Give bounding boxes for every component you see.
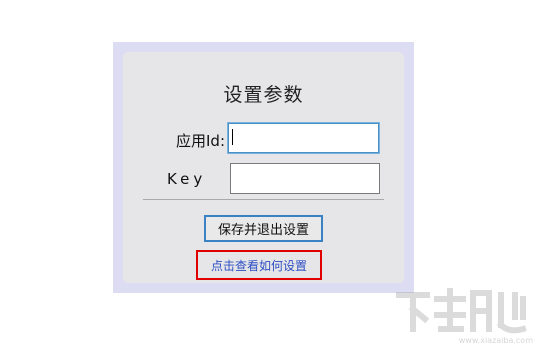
watermark-url: www.xiazaiba.com bbox=[458, 336, 533, 345]
key-label: Key bbox=[167, 170, 207, 188]
app-id-label: 应用Id: bbox=[176, 132, 225, 150]
key-input[interactable] bbox=[230, 163, 380, 194]
how-to-setup-link[interactable]: 点击查看如何设置 bbox=[211, 259, 307, 273]
watermark-logo: www.xiazaiba.com bbox=[393, 285, 533, 345]
text-cursor bbox=[232, 129, 233, 145]
app-id-input[interactable] bbox=[228, 123, 379, 153]
divider bbox=[143, 199, 384, 200]
save-and-exit-button[interactable]: 保存并退出设置 bbox=[204, 215, 323, 242]
dialog-title: 设置参数 bbox=[223, 84, 304, 106]
settings-dialog-frame: 设置参数 应用Id: Key 保存并退出设置 点击查看如何设置 bbox=[113, 42, 414, 293]
help-link-highlight: 点击查看如何设置 bbox=[196, 250, 322, 280]
settings-dialog-panel: 设置参数 应用Id: Key 保存并退出设置 点击查看如何设置 bbox=[123, 52, 404, 283]
